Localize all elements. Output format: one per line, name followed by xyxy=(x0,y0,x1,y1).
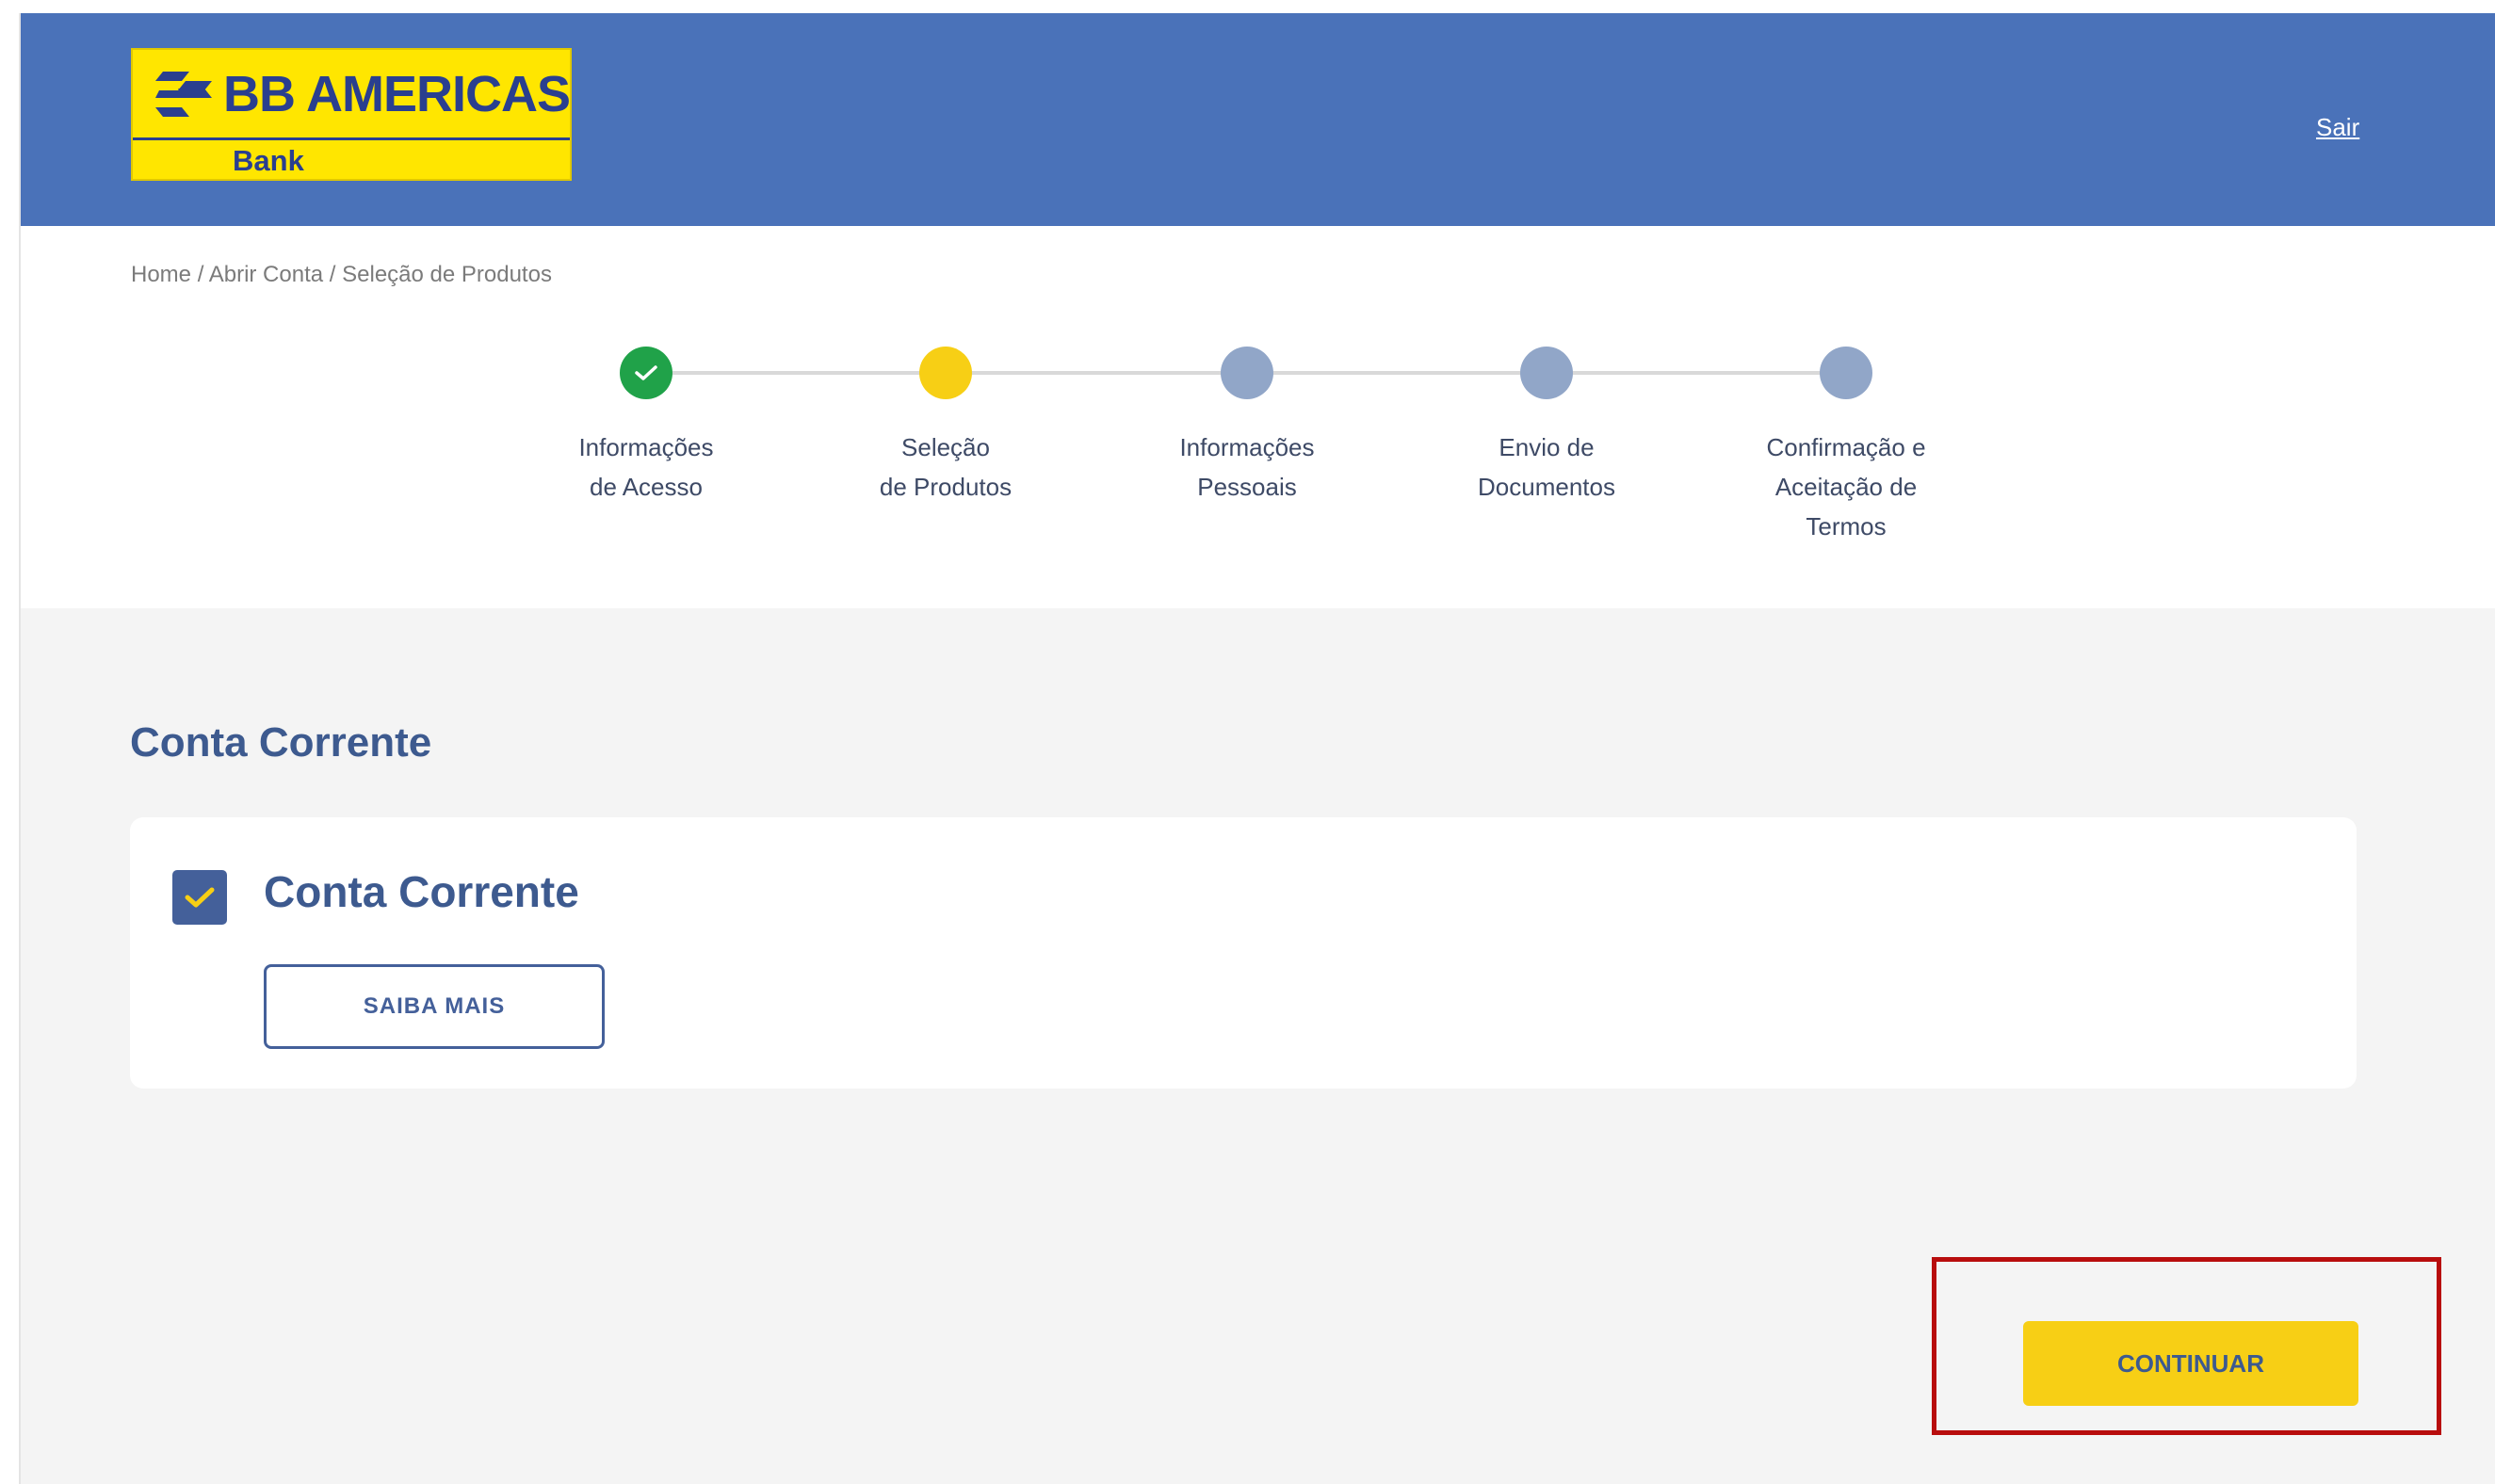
step-pending-indicator xyxy=(1221,347,1273,399)
logo-divider xyxy=(133,137,570,140)
step-label: Envio de Documentos xyxy=(1478,433,1615,501)
browser-viewport: BB AMERICAS Bank Sair Home / Abrir Conta… xyxy=(19,13,2495,1484)
logo-wordmark: BB AMERICAS xyxy=(222,65,571,122)
logout-link[interactable]: Sair xyxy=(2316,113,2359,142)
step-label: Informações Pessoais xyxy=(1179,433,1315,501)
checkmark-icon xyxy=(635,365,657,380)
breadcrumb-home[interactable]: Home xyxy=(131,262,191,287)
step-pending-indicator xyxy=(1520,347,1573,399)
step-informacoes-de-acesso: Informações de Acesso xyxy=(533,333,759,507)
checkmark-icon xyxy=(185,887,215,908)
step-selecao-de-produtos: Seleção de Produtos xyxy=(833,333,1059,507)
section-title: Conta Corrente xyxy=(130,719,432,766)
continue-button[interactable]: CONTINUAR xyxy=(2023,1321,2358,1406)
step-pending-indicator xyxy=(1820,347,1872,399)
bb-logo-icon xyxy=(154,71,212,117)
breadcrumb-separator: / xyxy=(191,262,209,287)
product-title: Conta Corrente xyxy=(264,867,579,916)
step-done-indicator xyxy=(620,347,672,399)
site-header: BB AMERICAS Bank Sair xyxy=(21,13,2495,226)
logo-subtitle: Bank xyxy=(233,144,304,177)
product-checkbox[interactable] xyxy=(172,870,227,925)
saiba-mais-button[interactable]: SAIBA MAIS xyxy=(264,964,605,1049)
bb-americas-logo[interactable]: BB AMERICAS Bank xyxy=(131,48,572,181)
breadcrumb-abrir-conta[interactable]: Abrir Conta xyxy=(209,262,323,287)
step-label: Informações de Acesso xyxy=(578,433,714,501)
step-label: Confirmação e Aceitação de Termos xyxy=(1766,433,1926,540)
product-card: Conta Corrente SAIBA MAIS xyxy=(130,817,2357,1089)
step-informacoes-pessoais: Informações Pessoais xyxy=(1134,333,1360,507)
step-label: Seleção de Produtos xyxy=(879,433,1013,501)
breadcrumb: Home / Abrir Conta / Seleção de Produtos xyxy=(131,262,552,288)
step-envio-de-documentos: Envio de Documentos xyxy=(1434,333,1660,507)
step-confirmacao-aceitacao-termos: Confirmação e Aceitação de Termos xyxy=(1733,333,1959,546)
breadcrumb-current: Seleção de Produtos xyxy=(342,262,552,287)
progress-stepper: Informações de Acesso Seleção de Produto… xyxy=(21,333,2495,559)
breadcrumb-separator: / xyxy=(323,262,343,287)
step-current-indicator xyxy=(919,347,972,399)
